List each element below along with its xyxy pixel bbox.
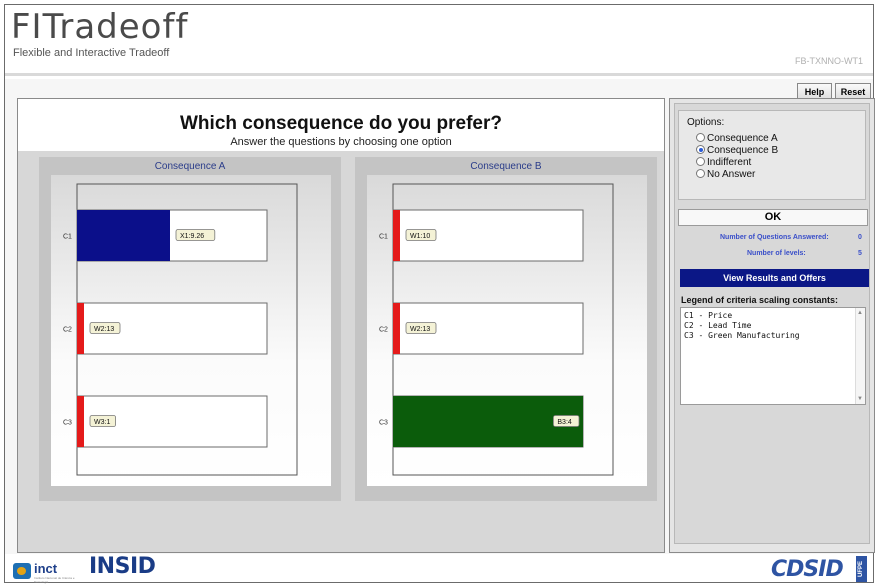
- option-label: No Answer: [707, 169, 756, 180]
- levels-value: 5: [858, 250, 862, 257]
- value-label: X1:9.26: [180, 233, 204, 240]
- legend-scrollbar[interactable]: ▲ ▼: [855, 308, 865, 404]
- consequence-b-chart-svg: C1 W1:10 C2 W2:13 C3 B3:4: [379, 183, 614, 476]
- header-divider: [5, 73, 873, 76]
- inct-icon: [13, 563, 31, 579]
- option-consequence-b[interactable]: Consequence B: [696, 145, 778, 157]
- consequence-b-panel: Consequence B C1 W1:10 C2 W2:13 C3 B3:4: [355, 157, 657, 501]
- criterion-label: C3: [63, 420, 72, 427]
- side-panel-inner: Options: Consequence A Consequence B Ind…: [674, 103, 870, 544]
- scroll-up-icon[interactable]: ▲: [857, 310, 863, 316]
- radio-icon[interactable]: [696, 157, 705, 166]
- inct-text: inct: [34, 561, 58, 576]
- app-title: FITradeoff: [11, 7, 189, 47]
- questions-answered-value: 0: [858, 234, 862, 241]
- app-subtitle: Flexible and Interactive Tradeoff: [13, 47, 170, 59]
- option-label: Consequence A: [707, 133, 778, 144]
- option-indifferent[interactable]: Indifferent: [696, 157, 751, 169]
- app-code: FB-TXNNO-WT1: [795, 56, 863, 66]
- consequence-a-panel: Consequence A C1 X1:9.26 C2 W2:13 C3 W3:1: [39, 157, 341, 501]
- bar-fill: [393, 303, 400, 354]
- bar-fill: [77, 210, 170, 261]
- criterion-label: C3: [379, 420, 388, 427]
- view-results-button[interactable]: View Results and Offers: [680, 269, 869, 287]
- criterion-label: C2: [379, 327, 388, 334]
- inct-subtext: Instituto Nacional de Ciência e Tecnolog…: [34, 576, 75, 584]
- option-label: Indifferent: [707, 157, 752, 168]
- bar-fill: [77, 396, 84, 447]
- option-no-answer[interactable]: No Answer: [696, 169, 755, 181]
- cdsid-logo: CDSID: [771, 557, 844, 582]
- legend-title: Legend of criteria scaling constants:: [681, 295, 839, 305]
- question-title: Which consequence do you prefer?: [180, 113, 502, 134]
- consequence-b-chart: C1 W1:10 C2 W2:13 C3 B3:4: [367, 175, 647, 486]
- radio-icon[interactable]: [696, 133, 705, 142]
- value-label: B3:4: [557, 419, 572, 426]
- value-label: W2:13: [94, 326, 114, 333]
- consequence-a-chart: C1 X1:9.26 C2 W2:13 C3 W3:1: [51, 175, 331, 486]
- value-label: W2:13: [410, 326, 430, 333]
- legend-item: C3 - Green Manufacturing: [684, 331, 800, 340]
- radio-icon[interactable]: [696, 169, 705, 178]
- footer: inct Instituto Nacional de Ciência e Tec…: [5, 554, 873, 584]
- side-panel: Options: Consequence A Consequence B Ind…: [669, 98, 875, 553]
- ufpe-logo: UFPE: [856, 556, 867, 582]
- option-label: Consequence B: [707, 145, 779, 156]
- options-label: Options:: [687, 117, 725, 128]
- criterion-label: C1: [63, 234, 72, 241]
- bar-fill: [77, 303, 84, 354]
- app-window: FITradeoff Flexible and Interactive Trad…: [4, 4, 875, 584]
- questions-answered-label: Number of Questions Answered:: [720, 234, 829, 241]
- options-group: Options: Consequence A Consequence B Ind…: [678, 110, 866, 200]
- consequence-b-title: Consequence B: [470, 161, 542, 172]
- legend-item: C1 - Price: [684, 311, 733, 320]
- ok-button[interactable]: OK: [678, 209, 868, 226]
- value-label: W1:10: [410, 233, 430, 240]
- legend-item: C2 - Lead Time: [684, 321, 752, 330]
- consequence-a-title: Consequence A: [154, 161, 226, 172]
- insid-logo: INSID: [89, 554, 156, 579]
- inct-logo: inct Instituto Nacional de Ciência e Tec…: [13, 561, 83, 584]
- comparison-panel: Which consequence do you prefer? Answer …: [17, 98, 665, 553]
- criterion-label: C2: [63, 327, 72, 334]
- levels-label: Number of levels:: [747, 250, 806, 257]
- option-consequence-a[interactable]: Consequence A: [696, 133, 778, 145]
- question-instruction: Answer the questions by choosing one opt…: [230, 136, 452, 148]
- scroll-down-icon[interactable]: ▼: [857, 396, 863, 402]
- radio-selected-icon[interactable]: [696, 145, 705, 154]
- criterion-label: C1: [379, 234, 388, 241]
- bar-fill: [393, 210, 400, 261]
- app-header: FITradeoff Flexible and Interactive Trad…: [5, 5, 873, 79]
- value-label: W3:1: [94, 419, 110, 426]
- consequence-a-chart-svg: C1 X1:9.26 C2 W2:13 C3 W3:1: [63, 183, 298, 476]
- legend-list[interactable]: C1 - Price C2 - Lead Time C3 - Green Man…: [680, 307, 866, 405]
